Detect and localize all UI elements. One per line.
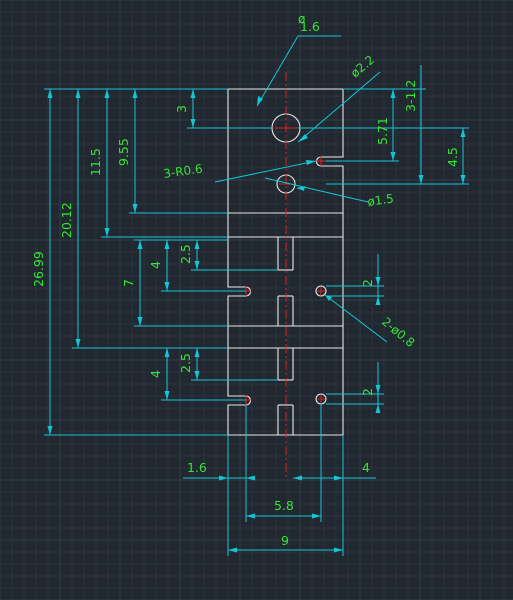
notch-spacing-label: 3-1.2 — [403, 80, 418, 112]
slot-2-lower-label: 2 — [360, 388, 375, 396]
slot-2-upper-label: 2 — [360, 279, 375, 287]
top-offset-label: 3 — [174, 105, 189, 113]
slot-4-lower-label: 4 — [148, 370, 163, 378]
right-offset-label: 4 — [362, 460, 370, 475]
overall-width-label: 9 — [281, 533, 289, 548]
holes-tiny-label: 2-ø0.8 — [379, 315, 417, 350]
height-20-12-label: 20.12 — [59, 202, 74, 238]
notch-offset-label: 4.5 — [445, 147, 460, 167]
height-11-5-label: 11.5 — [88, 148, 103, 176]
small-phi-mark: ø — [298, 12, 305, 26]
overall-height-label: 26.99 — [31, 251, 46, 287]
height-9-55-label: 9.55 — [116, 138, 131, 166]
slot-2-5-upper-label: 2.5 — [178, 244, 193, 264]
left-offset-label: 1.6 — [187, 460, 207, 475]
hole-spacing-label: 5.8 — [274, 498, 294, 513]
slot-2-5-lower-label: 2.5 — [178, 353, 193, 373]
radius-notch-label: 3-R0.6 — [162, 162, 203, 181]
cad-drawing: 1.6 ø ø2.2 3-R0.6 ø1.5 2-ø0.8 26.99 20.1… — [0, 0, 513, 600]
pitch-7-label: 7 — [121, 279, 136, 287]
arrowheads — [47, 89, 466, 553]
hole-large-label: ø2.2 — [348, 53, 377, 81]
slot-4-upper-label: 4 — [148, 261, 163, 269]
notch-x-label: 5.71 — [375, 117, 390, 145]
background-grid — [0, 0, 513, 600]
hole-small-label: ø1.5 — [366, 191, 394, 209]
